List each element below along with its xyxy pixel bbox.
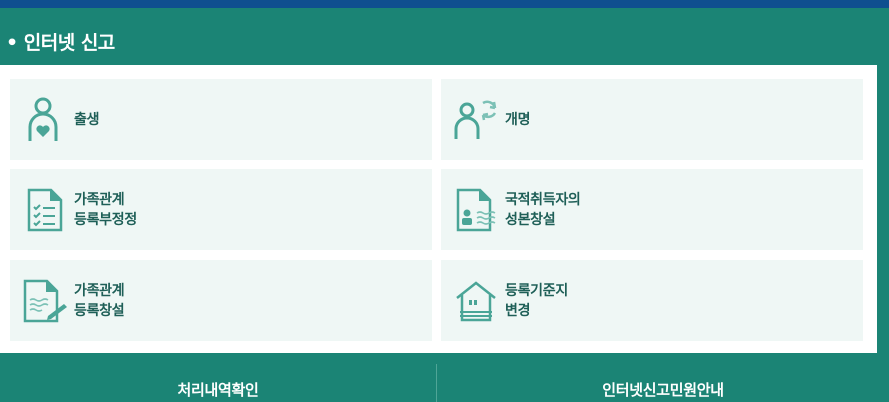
tab-process-history[interactable]: 처리내역확인	[0, 364, 436, 402]
tile-birth[interactable]: 출생	[10, 79, 432, 160]
tile-registration-base-change[interactable]: 등록기준지 변경	[441, 260, 863, 341]
house-icon	[453, 278, 499, 324]
person-document-icon	[453, 187, 499, 233]
tile-label: 출생	[74, 111, 100, 128]
tile-rename[interactable]: 개명	[441, 79, 863, 160]
birth-person-icon	[22, 97, 68, 143]
document-pen-icon	[22, 278, 68, 324]
tile-family-registry-correction[interactable]: 가족관계 등록부정정	[10, 169, 432, 250]
tile-label: 가족관계 등록창설	[74, 282, 125, 319]
bottom-tab-bar: 처리내역확인 인터넷신고민원안내	[0, 364, 889, 402]
tile-label: 등록기준지 변경	[505, 282, 568, 319]
rename-person-icon	[453, 97, 499, 143]
page-title: • 인터넷 신고	[6, 32, 115, 54]
report-menu-panel: 출생 개명 가족관계 등록부정정 국적취득자의 성본창설 가족관계 등록창설 등…	[0, 65, 877, 353]
tile-label: 개명	[505, 111, 531, 128]
tile-family-registry-creation[interactable]: 가족관계 등록창설	[10, 260, 432, 341]
top-bar	[0, 0, 889, 8]
tab-internet-report-guide[interactable]: 인터넷신고민원안내	[437, 364, 889, 402]
checklist-document-icon	[22, 187, 68, 233]
tile-label: 국적취득자의 성본창설	[505, 191, 581, 228]
tile-label: 가족관계 등록부정정	[74, 191, 137, 228]
tile-naturalized-surname-creation[interactable]: 국적취득자의 성본창설	[441, 169, 863, 250]
